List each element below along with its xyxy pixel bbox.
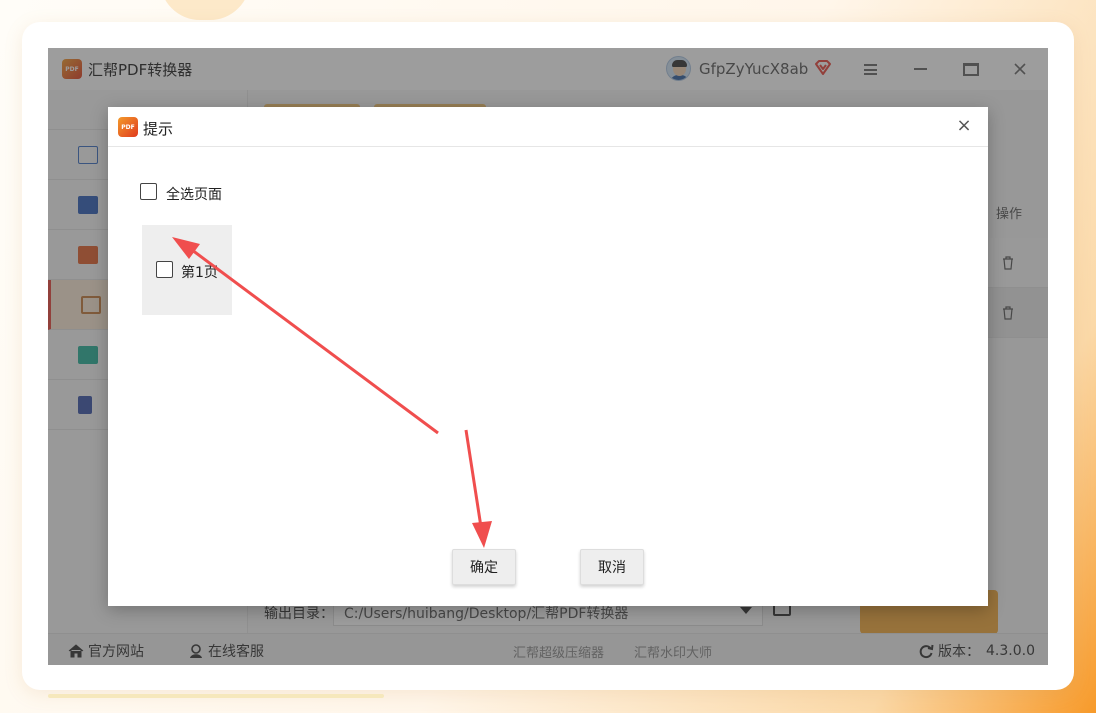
bottom-decoration	[48, 694, 384, 698]
select-all-label[interactable]: 全选页面	[166, 184, 222, 204]
dialog-close-button[interactable]: ×	[954, 116, 974, 136]
ok-button[interactable]: 确定	[452, 549, 516, 585]
dialog-header: PDF 提示 ×	[108, 107, 988, 147]
app-logo-icon: PDF	[118, 117, 138, 137]
cancel-button[interactable]: 取消	[580, 549, 644, 585]
page-select-dialog: PDF 提示 × 全选页面 第1页 确定 取消	[108, 107, 988, 606]
background-decoration	[160, 0, 250, 20]
page-checkbox[interactable]	[156, 261, 173, 278]
page-label[interactable]: 第1页	[181, 262, 218, 282]
select-all-checkbox[interactable]	[140, 183, 157, 200]
dialog-title: 提示	[143, 120, 174, 138]
